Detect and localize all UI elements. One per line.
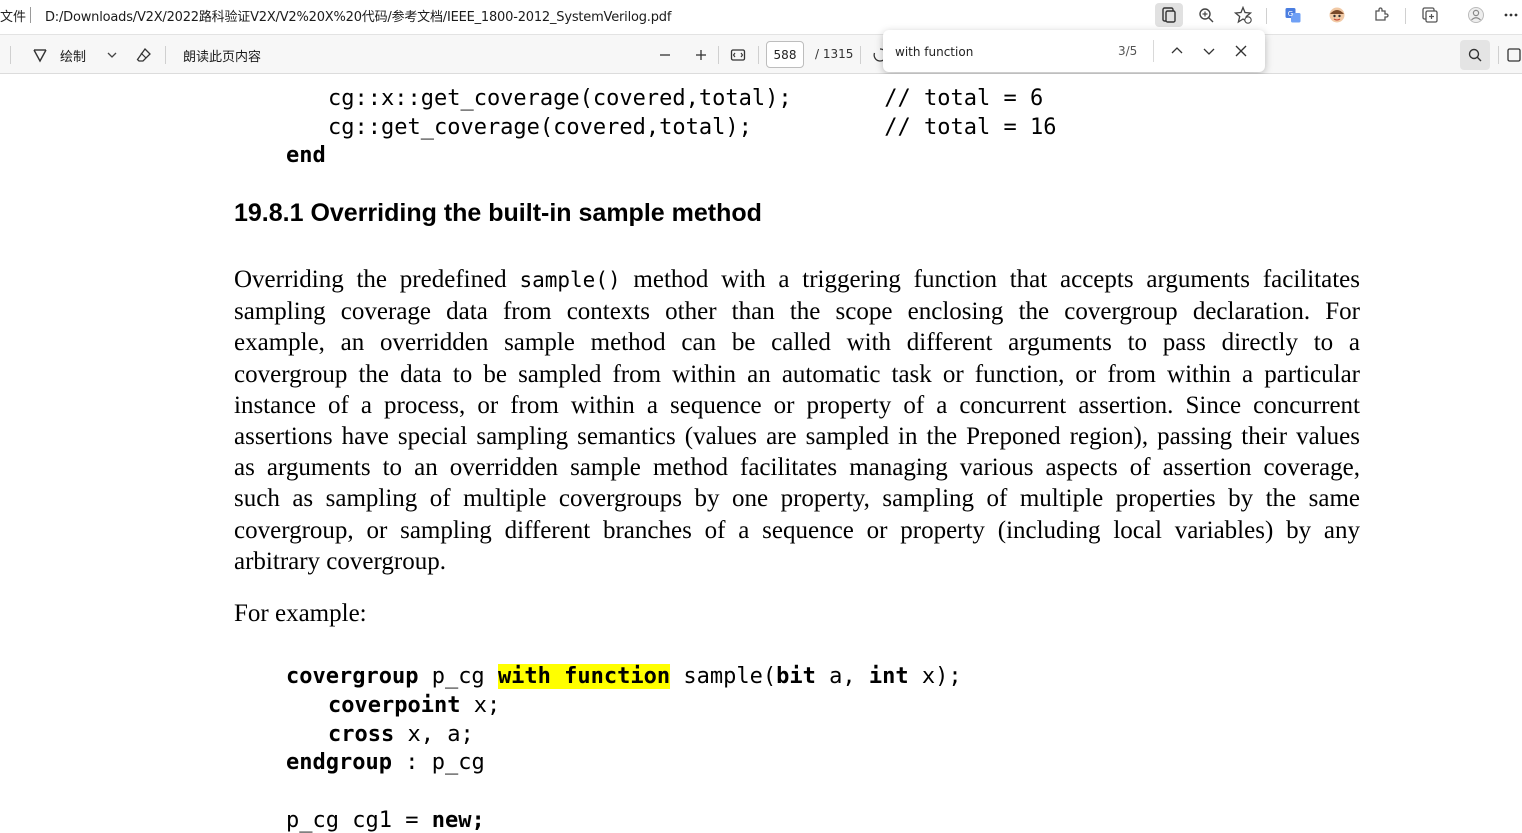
address-prefix: 文件 [0, 10, 27, 25]
read-mode-icon[interactable] [1155, 3, 1183, 27]
translate-icon[interactable]: G [1279, 3, 1307, 27]
paragraph-line: assertions have special sampling semanti… [234, 423, 1360, 451]
code-line: cg::get_coverage(covered,total); // tota… [328, 115, 1057, 140]
divider [758, 46, 759, 64]
find-input[interactable] [893, 38, 1147, 66]
section-paragraph: Overriding the predefined sample() metho… [234, 264, 1360, 577]
code-line: cg::x::get_coverage(covered,total); // t… [328, 86, 1044, 111]
save-icon[interactable] [1506, 43, 1522, 67]
profile-icon[interactable] [1462, 3, 1490, 27]
code-line: p_cg cg1 = new; [286, 808, 485, 833]
paragraph-line: as arguments to an overridden sample met… [234, 454, 1360, 482]
more-options-icon[interactable] [1500, 3, 1522, 27]
page-number-input[interactable] [766, 41, 804, 68]
code-line: covergroup p_cg with function sample(bit… [286, 664, 962, 689]
divider [165, 46, 166, 64]
pdf-page: cg::x::get_coverage(covered,total); // t… [0, 74, 1522, 833]
paragraph-line: such as sampling of multiple covergroups… [234, 485, 1360, 513]
fit-page-icon[interactable] [726, 43, 750, 67]
divider [860, 46, 861, 64]
example-label: For example: [234, 600, 367, 627]
paragraph-line: instance of a process, or from within a … [234, 391, 1360, 419]
paragraph-line: arbitrary covergroup. [234, 547, 446, 575]
address-separator [30, 7, 31, 23]
paragraph-line: Overriding the predefined sample() metho… [234, 266, 1360, 293]
divider [1498, 46, 1499, 64]
collections-icon[interactable] [1416, 3, 1444, 27]
section-heading: 19.8.1 Overriding the built-in sample me… [234, 199, 762, 227]
chevron-up-icon [1171, 47, 1183, 54]
divider [718, 46, 719, 64]
close-icon [1235, 45, 1247, 57]
paragraph-line: sampling coverage data from contexts oth… [234, 298, 1360, 326]
search-icon [1468, 48, 1482, 62]
extensions-icon[interactable] [1367, 3, 1395, 27]
divider [1266, 8, 1267, 24]
read-aloud-button[interactable]: 朗读此页内容 [183, 46, 261, 65]
previous-match-button[interactable] [1165, 39, 1189, 63]
zoom-out-icon[interactable] [653, 43, 677, 67]
page-total: / 1315 [815, 47, 854, 61]
eraser-icon[interactable] [132, 43, 156, 67]
divider [1405, 8, 1406, 24]
code-line: coverpoint x; [328, 693, 501, 718]
search-button[interactable] [1460, 40, 1490, 70]
find-bar: 3/5 [883, 30, 1265, 72]
chevron-down-icon [1203, 48, 1215, 55]
code-line: cross x, a; [328, 722, 474, 747]
zoom-in-icon[interactable] [689, 43, 713, 67]
code-line: endgroup : p_cg [286, 750, 485, 775]
zoom-icon[interactable] [1192, 3, 1220, 27]
code-line: end [286, 143, 326, 168]
divider [1153, 40, 1154, 62]
extension-avatar-icon[interactable] [1323, 3, 1351, 27]
paragraph-line: example, an overridden sample method can… [234, 329, 1360, 357]
pdf-toolbar: 绘制 朗读此页内容 / 1315 [0, 34, 1522, 74]
paragraph-line: covergroup the data to be sampled from w… [234, 360, 1360, 388]
address-bar: 文件 D:/Downloads/V2X/2022路科验证V2X/V2%20X%2… [0, 0, 1522, 30]
search-highlight: with function [497, 664, 671, 689]
add-favorite-icon[interactable] [1229, 3, 1257, 27]
find-match-count: 3/5 [1118, 44, 1138, 58]
close-find-button[interactable] [1229, 39, 1253, 63]
address-url[interactable]: D:/Downloads/V2X/2022路科验证V2X/V2%20X%20代码… [45, 6, 671, 25]
draw-label[interactable]: 绘制 [60, 46, 86, 65]
next-match-button[interactable] [1197, 39, 1221, 63]
paragraph-line: covergroup, or sampling different branch… [234, 516, 1360, 544]
svg-text:G: G [1288, 10, 1293, 18]
inline-code: sample() [519, 268, 621, 292]
draw-icon[interactable] [28, 43, 52, 67]
divider [10, 46, 11, 64]
chevron-down-icon[interactable] [100, 43, 124, 67]
